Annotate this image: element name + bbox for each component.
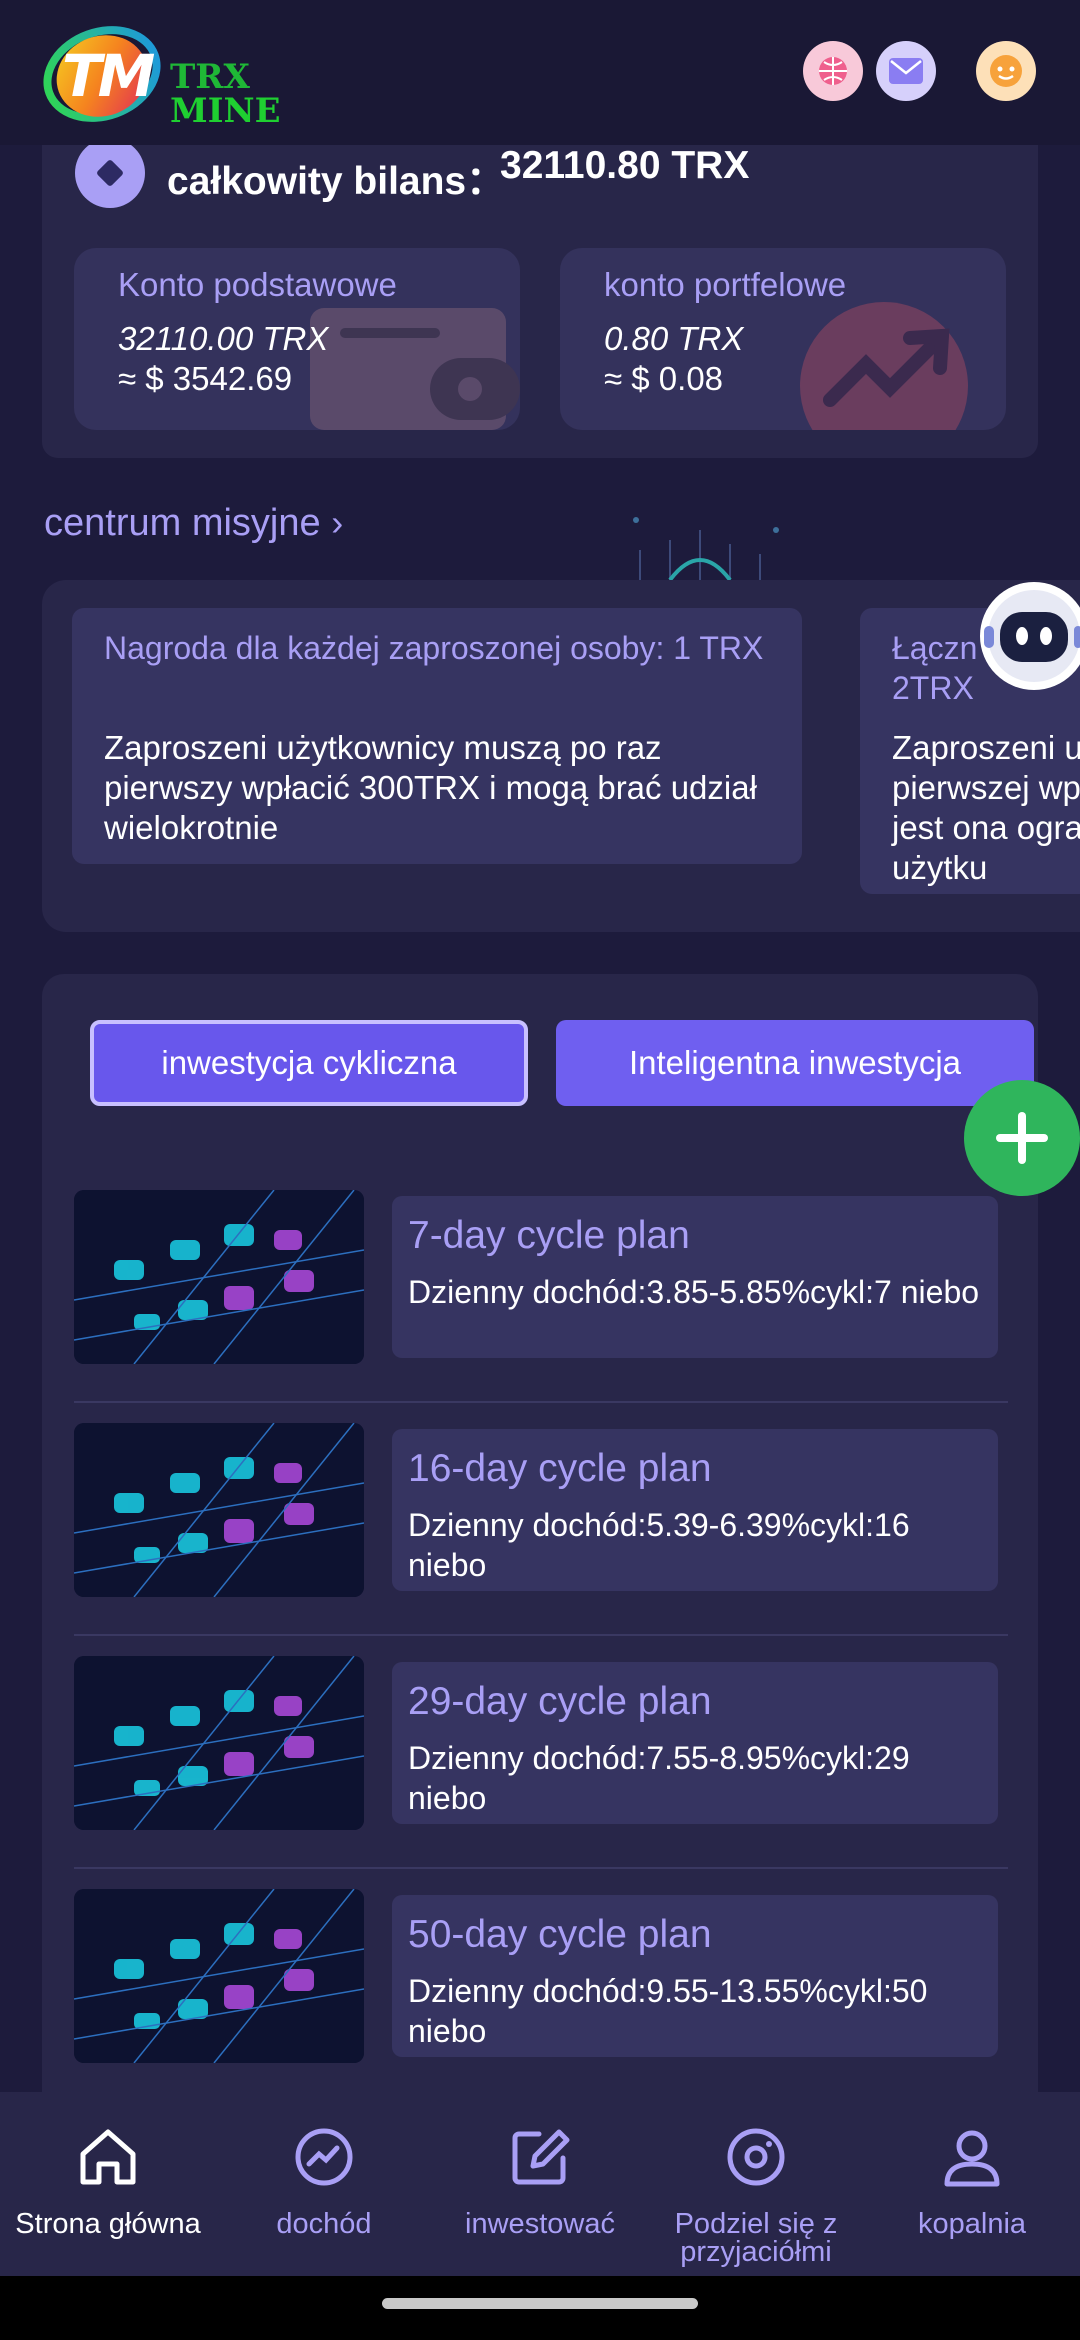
mission-card[interactable]: Nagroda dla każdej zaproszonej osoby: 1 … bbox=[72, 608, 802, 864]
mining-servers-icon bbox=[74, 1656, 364, 1830]
wallet-icon bbox=[310, 308, 520, 430]
edit-icon bbox=[512, 2129, 570, 2185]
wallet-account-usd: ≈ $ 0.08 bbox=[604, 360, 724, 397]
share-icon bbox=[727, 2128, 785, 2186]
mission-card-title: Nagroda dla każdej zaproszonej osoby: 1 … bbox=[104, 630, 764, 666]
home-icon bbox=[80, 2129, 136, 2185]
nav-item-income[interactable]: dochód bbox=[216, 2092, 432, 2276]
logo-mark-text: TM bbox=[62, 42, 155, 110]
mission-panel: Nagroda dla każdej zaproszonej osoby: 1 … bbox=[42, 580, 1080, 932]
headset-glyph-icon bbox=[990, 55, 1022, 87]
user-icon bbox=[944, 2130, 1000, 2187]
mission-center-label: centrum misyjne bbox=[44, 502, 321, 544]
total-balance-label: całkowity bilans： bbox=[167, 160, 506, 203]
trend-icon bbox=[800, 302, 968, 430]
mining-servers-icon bbox=[74, 1889, 364, 2063]
add-button[interactable] bbox=[964, 1080, 1080, 1196]
nav-item-mine[interactable]: kopalnia bbox=[864, 2092, 1080, 2276]
nav-item-home[interactable]: Strona główna bbox=[0, 2092, 216, 2276]
plan-row[interactable]: 29-day cycle plan Dzienny dochód:7.55-8.… bbox=[74, 1636, 1008, 1869]
income-chart-icon bbox=[295, 2128, 353, 2186]
plan-info: 29-day cycle plan Dzienny dochód:7.55-8.… bbox=[392, 1662, 998, 1824]
wallet-account-card[interactable]: konto portfelowe 0.80 TRX ≈ $ 0.08 bbox=[560, 248, 1006, 430]
basic-account-card[interactable]: Konto podstawowe 32110.00 TRX ≈ $ 3542.6… bbox=[74, 248, 520, 430]
mail-icon[interactable] bbox=[876, 41, 936, 101]
logo-line-1: TRX bbox=[170, 57, 250, 97]
mining-servers-icon bbox=[74, 1190, 364, 1364]
mission-card-title: Łączn 2TRX bbox=[892, 630, 978, 706]
nav-label: Podziel się z przyjaciółmi bbox=[674, 2208, 838, 2268]
assistant-robot-icon[interactable] bbox=[978, 578, 1080, 694]
bottom-navigation: Strona główna dochód inwestować Podziel … bbox=[0, 2092, 1080, 2276]
plan-image bbox=[74, 1889, 364, 2063]
plan-name: 7-day cycle plan bbox=[408, 1214, 690, 1257]
app-header: TM TRX MINE bbox=[0, 0, 1080, 145]
nav-item-invest[interactable]: inwestować bbox=[432, 2092, 648, 2276]
plan-row[interactable]: 7-day cycle plan Dzienny dochód:3.85-5.8… bbox=[74, 1170, 1008, 1403]
nav-label: kopalnia bbox=[917, 2208, 1027, 2240]
system-navigation-bar bbox=[0, 2276, 1080, 2340]
plan-row[interactable]: 50-day cycle plan Dzienny dochód:9.55-13… bbox=[74, 1869, 1008, 2102]
globe-glyph-icon bbox=[819, 57, 847, 85]
wallet-account-title: konto portfelowe bbox=[604, 266, 847, 303]
investment-panel: inwestycja cykliczna Inteligentna inwest… bbox=[42, 974, 1038, 2104]
diamond-glyph-icon bbox=[97, 160, 123, 186]
basic-account-trx: 32110.00 TRX bbox=[118, 320, 329, 357]
plan-name: 16-day cycle plan bbox=[408, 1447, 712, 1490]
nav-label: dochód bbox=[276, 2208, 372, 2240]
mining-servers-icon bbox=[74, 1423, 364, 1597]
basic-account-usd: ≈ $ 3542.69 bbox=[118, 360, 293, 397]
plan-row[interactable]: 16-day cycle plan Dzienny dochód:5.39-6.… bbox=[74, 1403, 1008, 1636]
plan-image bbox=[74, 1190, 364, 1364]
plan-info: 50-day cycle plan Dzienny dochód:9.55-13… bbox=[392, 1895, 998, 2057]
nav-label: inwestować bbox=[465, 2208, 615, 2240]
mission-card-desc: Zaproszeni użytkownicy muszą po raz pier… bbox=[104, 729, 757, 846]
plan-name: 50-day cycle plan bbox=[408, 1913, 712, 1956]
plan-description: Dzienny dochód:5.39-6.39%cykl:16 niebo bbox=[408, 1507, 910, 1583]
plan-info: 16-day cycle plan Dzienny dochód:5.39-6.… bbox=[392, 1429, 998, 1591]
plan-description: Dzienny dochód:3.85-5.85%cykl:7 niebo bbox=[408, 1274, 980, 1310]
tab-smart-investment[interactable]: Inteligentna inwestycja bbox=[556, 1020, 1034, 1106]
nav-label: Strona główna bbox=[15, 2208, 201, 2240]
logo-line-2: MINE bbox=[170, 91, 281, 131]
robot-glyph-icon bbox=[980, 582, 1080, 690]
logo-wordmark: TRX MINE bbox=[170, 60, 281, 128]
plan-name: 29-day cycle plan bbox=[408, 1680, 712, 1723]
plan-info: 7-day cycle plan Dzienny dochód:3.85-5.8… bbox=[392, 1196, 998, 1358]
support-icon[interactable] bbox=[976, 41, 1036, 101]
plan-image bbox=[74, 1656, 364, 1830]
decor-graph-icon bbox=[633, 517, 779, 580]
plan-description: Dzienny dochód:9.55-13.55%cykl:50 niebo bbox=[408, 1973, 928, 2049]
plan-description: Dzienny dochód:7.55-8.95%cykl:29 niebo bbox=[408, 1740, 910, 1816]
globe-icon[interactable] bbox=[803, 41, 863, 101]
mission-card-desc: Zaproszeni u pierwszej wp jest ona ogra … bbox=[892, 729, 1080, 886]
home-gesture-bar[interactable] bbox=[382, 2298, 698, 2309]
tab-cyclic-investment[interactable]: inwestycja cykliczna bbox=[90, 1020, 528, 1106]
plan-image bbox=[74, 1423, 364, 1597]
mission-center-link[interactable]: centrum misyjne › bbox=[44, 502, 343, 545]
plus-icon bbox=[996, 1112, 1048, 1164]
basic-account-title: Konto podstawowe bbox=[118, 266, 397, 303]
trx-diamond-icon bbox=[75, 138, 145, 208]
balance-card: całkowity bilans： 32110.80 TRX Konto pod… bbox=[42, 110, 1038, 458]
envelope-glyph-icon bbox=[889, 58, 923, 84]
total-balance-value: 32110.80 TRX bbox=[500, 144, 750, 187]
nav-item-share[interactable]: Podziel się z przyjaciółmi bbox=[648, 2092, 864, 2276]
chevron-right-icon: › bbox=[331, 502, 344, 543]
trx-mine-logo[interactable]: TM TRX MINE bbox=[40, 14, 281, 132]
wallet-account-trx: 0.80 TRX bbox=[604, 320, 744, 357]
